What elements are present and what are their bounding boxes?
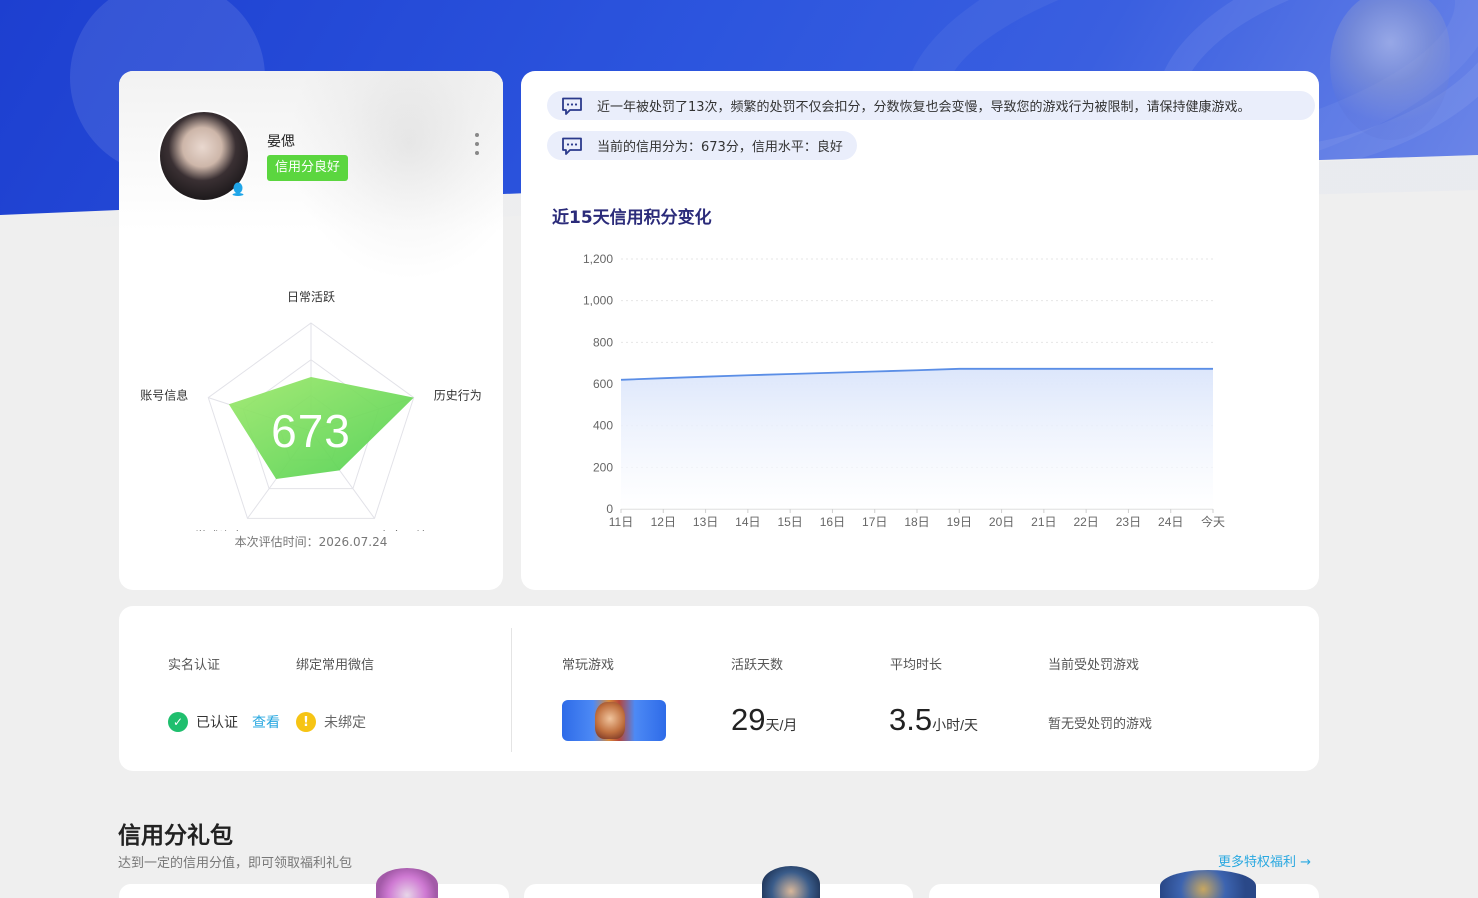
- x-tick-label: 22日: [1073, 515, 1098, 529]
- notice-text: 当前的信用分为：673分，信用水平：良好: [597, 140, 843, 155]
- avg-time-number: 3.5: [889, 702, 933, 737]
- x-tick-label: 14日: [735, 515, 760, 529]
- avg-time-unit: 小时/天: [932, 717, 978, 733]
- x-tick-label: 13日: [693, 515, 718, 529]
- x-tick-label: 16日: [820, 515, 845, 529]
- x-tick-label: 24日: [1158, 515, 1183, 529]
- x-tick-label: 15日: [777, 515, 802, 529]
- y-tick-label: 800: [593, 335, 613, 349]
- credit-line-chart: 0 200 400 600 800 1,000 1,200 11日 12日 13日 14日 15日 16…: [583, 252, 1225, 529]
- y-tick-label: 0: [606, 502, 613, 516]
- punished-games-value: 暂无受处罚的游戏: [1048, 717, 1153, 732]
- gift-card[interactable]: [929, 884, 1319, 898]
- realname-status: ✓ 已认证 查看 ! 未绑定: [168, 712, 366, 732]
- gift-section-subtitle: 达到一定的信用分值，即可领取福利礼包: [118, 856, 353, 871]
- credit-trend-card: 近一年被处罚了13次，频繁的处罚不仅会扣分，分数恢复也会变慢，导致您的游戏行为被…: [521, 71, 1319, 590]
- y-tick-label: 200: [593, 460, 613, 474]
- game-thumbnail[interactable]: [562, 700, 666, 741]
- area-fill: [621, 368, 1213, 509]
- account-stats-card: 实名认证 绑定常用微信 ✓ 已认证 查看 ! 未绑定 常玩游戏 活跃天数 平均时…: [119, 606, 1319, 771]
- gift-card[interactable]: [524, 884, 913, 898]
- gift-section-title: 信用分礼包: [118, 823, 233, 849]
- x-tick-label: 23日: [1116, 515, 1141, 529]
- divider: [511, 628, 512, 752]
- credit-score-value: 673: [271, 405, 351, 457]
- view-realname-link[interactable]: 查看: [252, 712, 280, 732]
- y-tick-label: 400: [593, 419, 613, 433]
- avg-time-value: 3.5小时/天: [889, 702, 978, 738]
- x-tick-label: 18日: [904, 515, 929, 529]
- radar-label: 游戏资产: [196, 529, 244, 531]
- y-tick-label: 1,200: [583, 252, 613, 266]
- wechat-label: 绑定常用微信: [296, 658, 375, 673]
- notice-text: 近一年被处罚了13次，频繁的处罚不仅会扣分，分数恢复也会变慢，导致您的游戏行为被…: [597, 100, 1251, 115]
- realname-label: 实名认证: [168, 658, 221, 673]
- more-options-icon[interactable]: [469, 133, 485, 155]
- notice-current-score: 当前的信用分为：673分，信用水平：良好: [547, 131, 857, 160]
- notice-punishment: 近一年被处罚了13次，频繁的处罚不仅会扣分，分数恢复也会变慢，导致您的游戏行为被…: [547, 91, 1315, 120]
- qq-icon: [230, 181, 246, 197]
- radar-chart: 日常活跃历史行为安全贡献 游戏资产 账号信息 673: [140, 290, 482, 531]
- x-tick-label: 20日: [989, 515, 1014, 529]
- warning-icon: !: [296, 712, 316, 732]
- x-tick-label: 17日: [862, 515, 887, 529]
- active-days-label: 活跃天数: [731, 658, 784, 673]
- avg-time-label: 平均时长: [890, 658, 943, 673]
- radar-label: 安全贡献: [378, 528, 426, 531]
- gift-character-art: [376, 868, 438, 898]
- message-icon: [561, 137, 583, 155]
- message-icon: [561, 97, 583, 115]
- realname-status-text: 已认证: [196, 715, 238, 731]
- x-tick-label: 今天: [1201, 514, 1225, 529]
- y-tick-label: 1,000: [583, 294, 613, 308]
- radar-label: 账号信息: [140, 388, 188, 403]
- y-tick-label: 600: [593, 377, 613, 391]
- credit-level-badge: 信用分良好: [267, 155, 349, 181]
- punished-games-label: 当前受处罚游戏: [1048, 658, 1140, 673]
- active-days-number: 29: [731, 702, 766, 737]
- games-label: 常玩游戏: [562, 658, 615, 673]
- profile-card: 晏偲 信用分良好 日常活跃历史行为安全贡献 游戏资产 账号信息 673 本次评估时间：…: [119, 71, 503, 590]
- x-tick-label: 12日: [651, 515, 676, 529]
- evaluation-time: 本次评估时间：2026.07.24: [234, 535, 388, 549]
- x-tick-label: 21日: [1031, 515, 1056, 529]
- active-days-unit: 天/月: [765, 717, 798, 733]
- username: 晏偲: [267, 133, 295, 149]
- gift-character-art: [1160, 870, 1256, 898]
- gift-character-art: [762, 866, 820, 898]
- radar-label: 历史行为: [434, 389, 482, 403]
- gift-card[interactable]: [119, 884, 509, 898]
- wechat-status-text: 未绑定: [324, 715, 366, 731]
- check-icon: ✓: [168, 712, 188, 732]
- x-tick-label: 11日: [609, 515, 633, 529]
- radar-label: 日常活跃: [287, 290, 335, 304]
- x-tick-label: 19日: [947, 515, 972, 529]
- active-days-value: 29天/月: [731, 702, 797, 738]
- chart-title: 近15天信用积分变化: [552, 208, 712, 228]
- game-hero-portrait: [595, 702, 625, 739]
- more-privileges-link[interactable]: 更多特权福利 →: [1218, 851, 1311, 870]
